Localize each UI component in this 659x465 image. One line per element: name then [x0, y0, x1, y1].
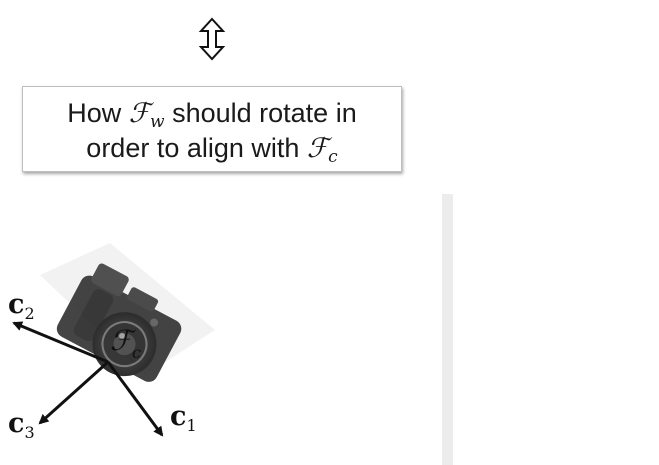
axis-c3-label: c3 — [8, 408, 35, 442]
caption-box: How ℱw should rotate in order to align w… — [22, 86, 402, 172]
axis-c1-letter: c — [170, 401, 186, 432]
world-frame-subscript: w — [150, 112, 165, 132]
caption-line-1-prefix: How — [67, 98, 129, 128]
axis-c3-subscript: 3 — [24, 423, 34, 442]
caption-line-1-suffix: should rotate in — [164, 98, 357, 128]
axis-c2-letter: c — [8, 289, 24, 320]
camera-frame-symbol: ℱc — [306, 133, 338, 167]
caption-line-2: order to align with ℱc — [23, 131, 401, 166]
panel-divider — [442, 194, 453, 465]
caption-line-1: How ℱw should rotate in — [23, 96, 401, 131]
axis-c2-subscript: 2 — [24, 304, 34, 323]
camera-frame-figure: ℱc c2 c3 c1 — [8, 243, 215, 442]
axis-c3-line — [38, 360, 110, 425]
world-frame-symbol: ℱw — [128, 98, 165, 132]
camera-frame-label-subscript: c — [132, 343, 141, 362]
camera-frame-letter: ℱ — [306, 133, 329, 164]
axis-c1-subscript: 1 — [186, 416, 196, 435]
camera-frame-subscript: c — [328, 147, 338, 167]
caption-line-2-prefix: order to align with — [86, 133, 307, 163]
up-down-double-arrow-icon — [198, 17, 226, 61]
axis-c3-letter: c — [8, 408, 24, 439]
axis-c1-label: c1 — [170, 401, 197, 435]
world-frame-letter: ℱ — [128, 98, 151, 129]
axis-c2-label: c2 — [8, 289, 35, 323]
